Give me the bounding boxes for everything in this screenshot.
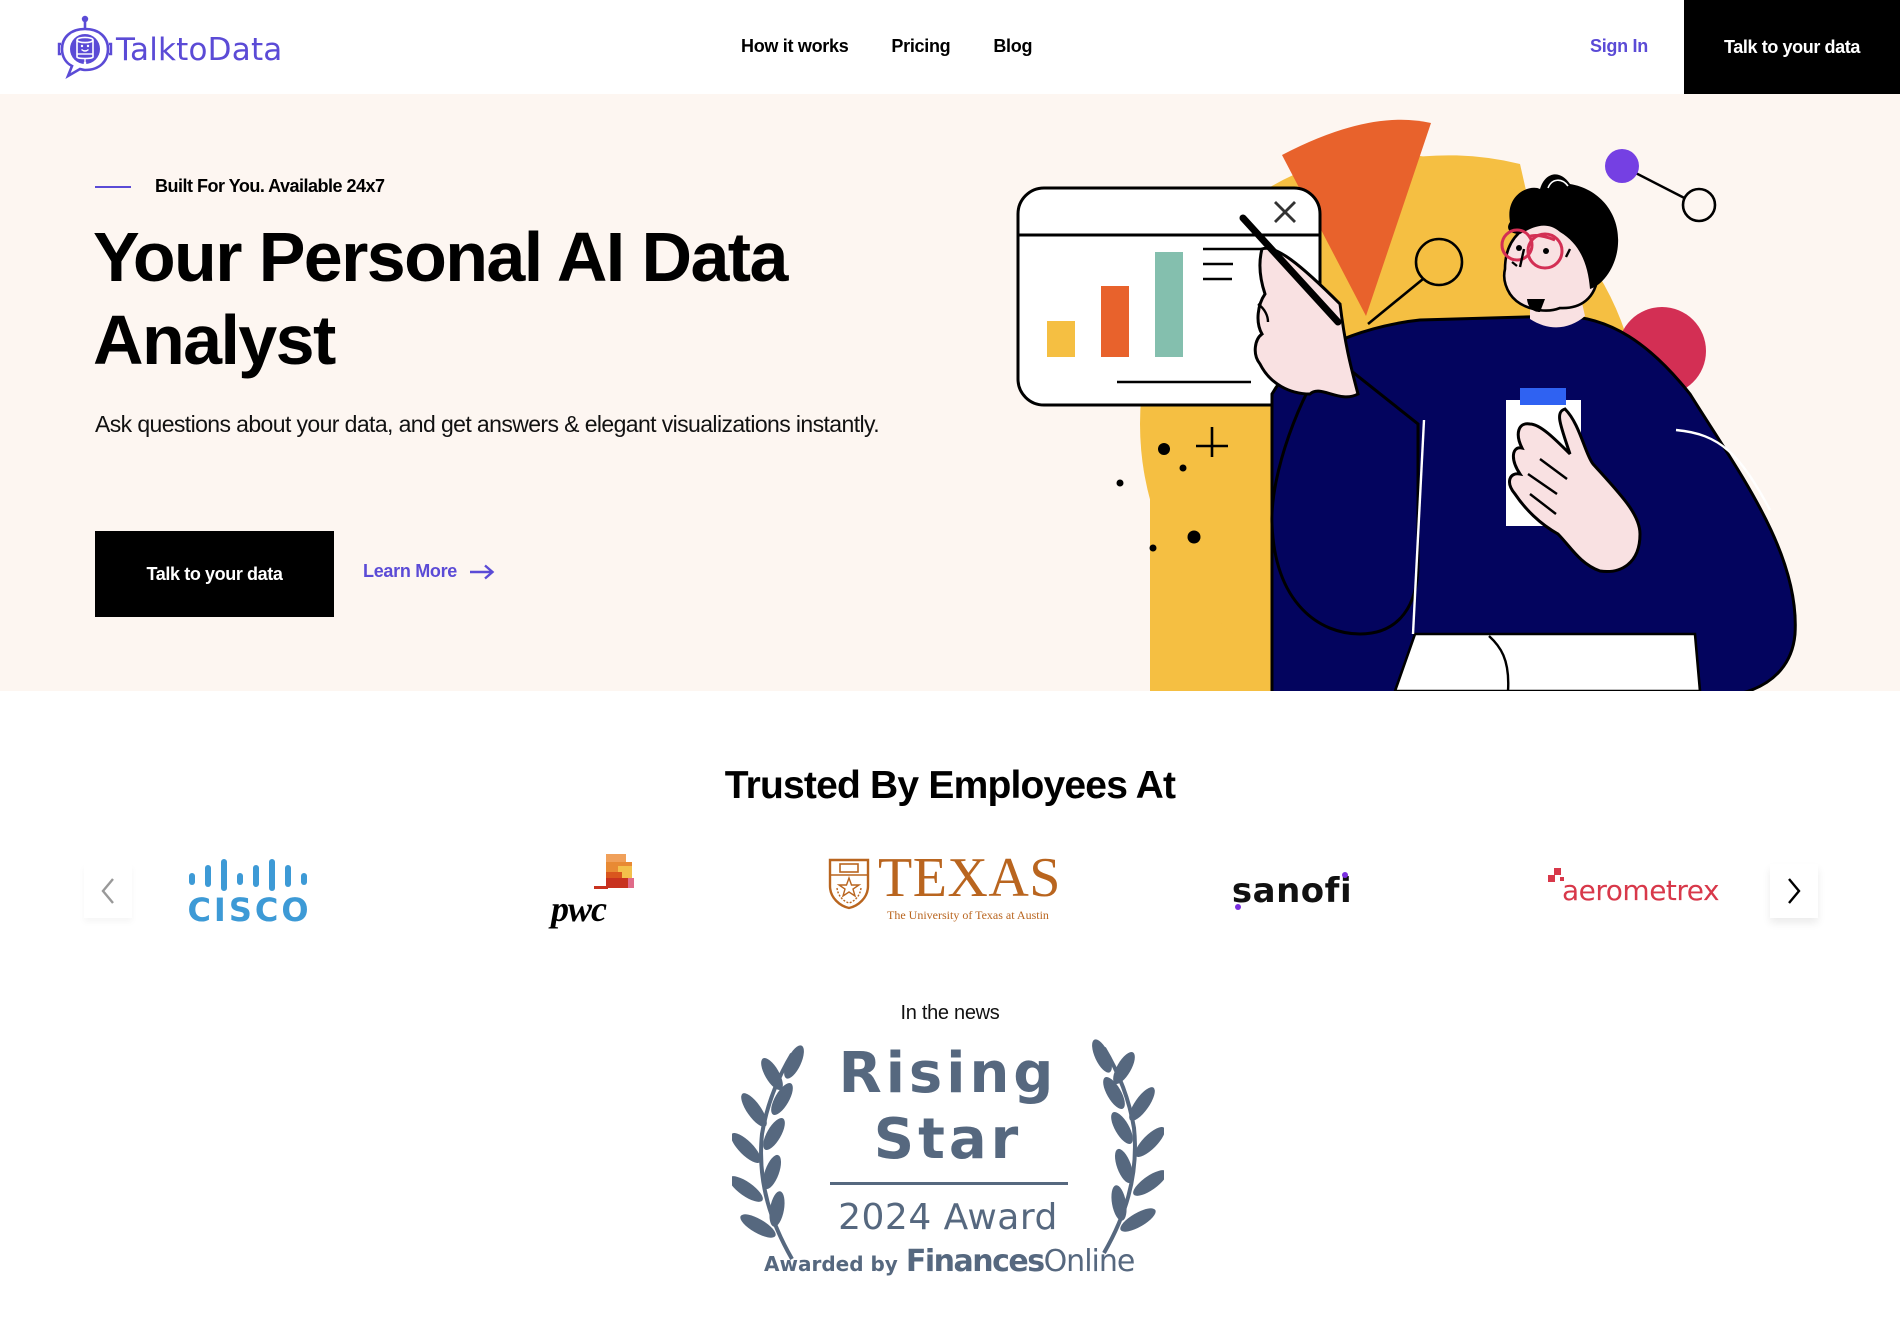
sanofi-dot-1	[1235, 904, 1241, 910]
award-year: 2024 Award	[838, 1197, 1058, 1238]
robot-chat-logo-icon	[57, 15, 113, 80]
aerometrex-logo: aerometrex	[1548, 868, 1728, 914]
main-nav: How it works Pricing Blog	[741, 36, 1032, 57]
arrow-right-icon	[470, 564, 495, 579]
rising-star-award-badge: Rising Star 2024 Award Awarded by Financ…	[732, 1036, 1164, 1298]
award-awarded-by: Awarded by Finances Online	[764, 1244, 1164, 1279]
trusted-title: Trusted By Employees At	[724, 764, 1176, 807]
white-node	[1681, 187, 1717, 223]
texas-shield-icon	[828, 858, 870, 910]
texas-wordmark: TEXAS	[878, 847, 1061, 909]
in-the-news-label: In the news	[900, 1002, 1000, 1024]
pwc-wordmark: pwc	[551, 889, 607, 929]
carousel-next-button[interactable]	[1770, 864, 1818, 918]
tagline-accent-line	[95, 185, 131, 188]
chart-bar-2	[1101, 286, 1129, 357]
learn-more-link[interactable]: Learn More	[363, 561, 495, 582]
purple-node	[1605, 149, 1639, 183]
chart-bar-1	[1047, 321, 1075, 357]
learn-more-label: Learn More	[363, 561, 458, 581]
pwc-logo: pwc	[548, 854, 648, 934]
online-text: Online	[1043, 1244, 1136, 1279]
hero-illustration	[1016, 119, 1797, 691]
hero-talk-to-data-button[interactable]: Talk to your data	[95, 531, 334, 617]
nav-how-it-works[interactable]: How it works	[741, 36, 849, 57]
site-header: TalktoData How it works Pricing Blog Sig…	[0, 0, 1900, 94]
nav-pricing[interactable]: Pricing	[891, 36, 950, 57]
award-star: Star	[873, 1107, 1023, 1172]
header-talk-to-data-button[interactable]: Talk to your data	[1684, 0, 1900, 94]
awarded-by-text: Awarded by	[764, 1252, 898, 1276]
texas-logo: TEXAS The University of Texas at Austin	[828, 848, 1060, 924]
cisco-wordmark: CISCO	[187, 891, 312, 929]
brand-logo-link[interactable]: TalktoData	[56, 14, 283, 80]
award-rising: Rising	[838, 1041, 1058, 1106]
carousel-prev-button[interactable]	[84, 864, 132, 918]
nav-blog[interactable]: Blog	[993, 36, 1032, 57]
tagline-text: Built For You. Available 24x7	[155, 176, 385, 196]
chevron-right-icon	[1788, 878, 1801, 904]
award-divider	[830, 1182, 1068, 1185]
hero-headline: Your Personal AI Data Analyst	[93, 216, 993, 382]
sanofi-logo: sanofi	[1232, 868, 1352, 914]
aerometrex-wordmark: aerometrex	[1562, 874, 1720, 907]
cisco-bars-icon	[188, 859, 307, 891]
sign-in-link[interactable]: Sign In	[1590, 36, 1648, 57]
finances-text: Finances	[905, 1244, 1045, 1279]
sanofi-wordmark: sanofi	[1231, 871, 1353, 911]
headline-line-1: Your Personal AI Data	[93, 218, 788, 296]
cisco-logo: CISCO	[187, 854, 312, 930]
chart-bar-3	[1155, 252, 1183, 357]
brand-name: TalktoData	[116, 32, 283, 68]
hero-tagline: Built For You. Available 24x7	[95, 176, 385, 197]
hero-subtitle: Ask questions about your data, and get a…	[95, 411, 880, 437]
texas-subtext: The University of Texas at Austin	[887, 908, 1049, 922]
logo-carousel: CISCO pwc TEXAS The University of Texas …	[84, 848, 1818, 938]
sanofi-dot-2	[1342, 872, 1348, 878]
headline-line-2: Analyst	[93, 301, 336, 379]
chevron-left-icon	[101, 878, 114, 904]
hero-section: Built For You. Available 24x7 Your Perso…	[0, 94, 1900, 691]
